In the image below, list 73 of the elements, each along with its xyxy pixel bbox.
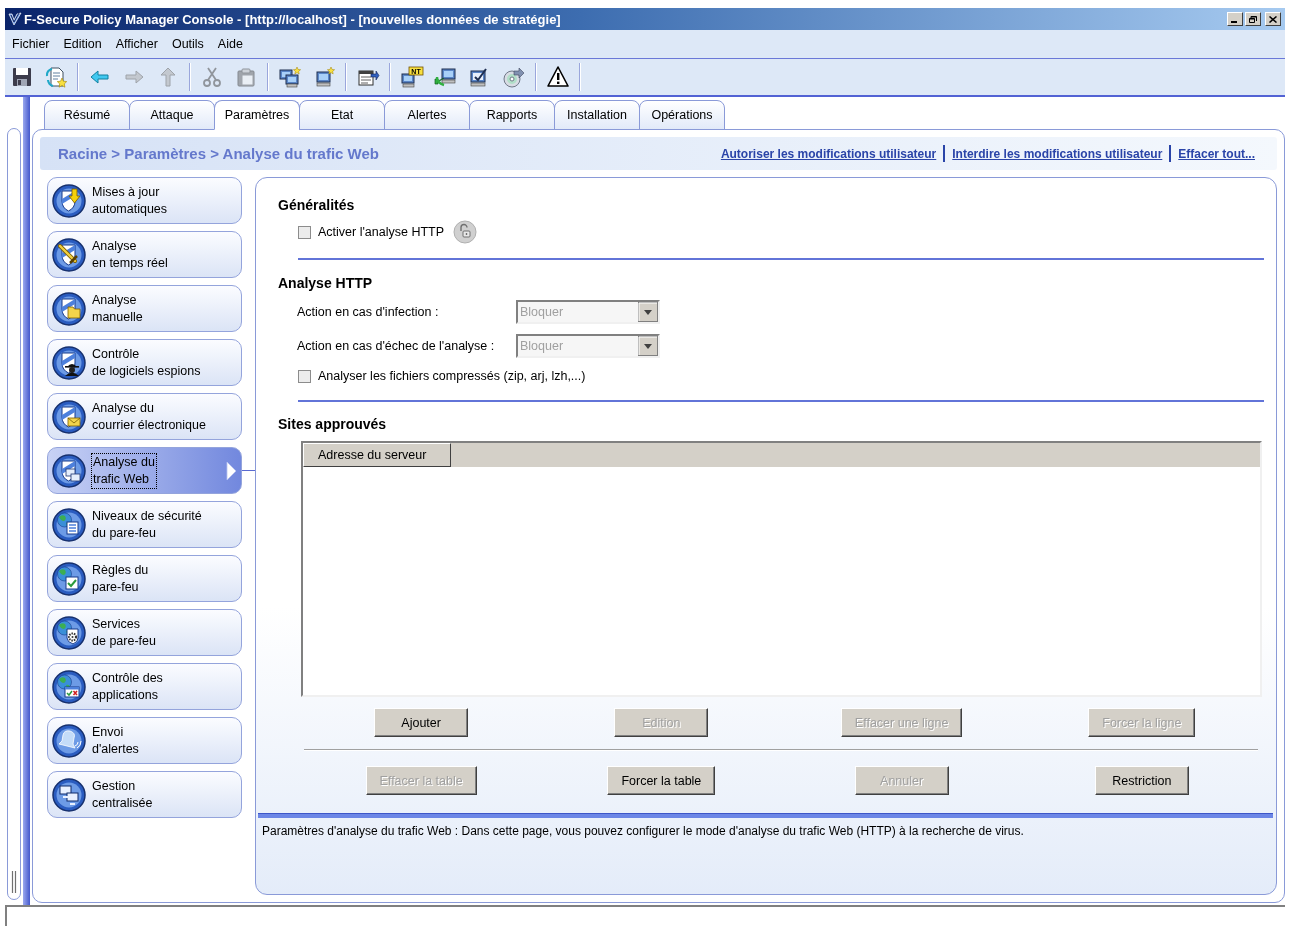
padlock-icon[interactable]	[453, 220, 478, 244]
tab[interactable]: Attaque	[129, 100, 215, 130]
sidebar-item[interactable]: Contrôle des applications	[47, 663, 242, 710]
sidebar-item[interactable]: Analyse du trafic Web	[47, 447, 242, 494]
computers-icon	[52, 777, 86, 812]
field-label: Action en cas d'échec de l'analyse :	[297, 339, 496, 353]
sidebar-item[interactable]: Gestion centralisée	[47, 771, 242, 818]
section-title: Généralités	[278, 196, 356, 214]
action-button[interactable]: Restriction	[1094, 766, 1189, 795]
tab[interactable]: Installation	[554, 100, 640, 130]
tab[interactable]: Résumé	[44, 100, 130, 130]
caret-icon	[638, 336, 658, 356]
sidebar-item[interactable]: Mises à jour automatiques	[47, 177, 242, 224]
tab[interactable]: Etat	[299, 100, 385, 130]
action-link[interactable]: Autoriser les modifications utilisateur	[720, 146, 937, 161]
action-link[interactable]: Effacer tout...	[1178, 146, 1255, 161]
caret-icon	[638, 302, 658, 322]
shield-spy-icon	[52, 345, 86, 380]
action-link[interactable]: Interdire les modifications utilisateur	[952, 146, 1163, 161]
globe-window-icon	[52, 669, 86, 704]
section-title: Analyse HTTP	[278, 274, 374, 292]
tab[interactable]: Opérations	[639, 100, 725, 130]
warning-icon[interactable]	[546, 65, 570, 89]
action-button[interactable]: Ajouter	[374, 708, 469, 737]
section-title: Sites approuvés	[278, 415, 388, 433]
close-button[interactable]	[1265, 12, 1281, 26]
app-logo-icon	[8, 12, 22, 26]
restore-icon	[1249, 15, 1257, 23]
menu-item[interactable]: Afficher	[108, 37, 165, 51]
menu-item[interactable]: Edition	[56, 37, 109, 51]
shield-download-icon	[52, 183, 86, 218]
menu-item[interactable]: Fichier	[5, 37, 57, 51]
checkbox-label: Activer l'analyse HTTP	[318, 225, 445, 239]
checkbox[interactable]	[298, 225, 311, 239]
computer-arrow-icon[interactable]	[434, 65, 458, 89]
sidebar-item[interactable]: Services de pare-feu	[47, 609, 242, 656]
sidebar-item[interactable]: Niveaux de sécurité du pare-feu	[47, 501, 242, 548]
grip-icon	[11, 871, 17, 893]
sidebar-item[interactable]: Analyse manuelle	[47, 285, 242, 332]
sidebar-item[interactable]: Règles du pare-feu	[47, 555, 242, 602]
breadcrumb: Racine > Paramètres > Analyse du trafic Web	[58, 145, 379, 162]
shield-mail-icon	[52, 399, 86, 434]
globe-checklist-icon	[52, 561, 86, 596]
sidebar-item[interactable]: Analyse du courrier électronique	[47, 393, 242, 440]
globe-list-icon	[52, 507, 86, 542]
field-label: Action en cas d'infection :	[297, 305, 440, 319]
menu-item[interactable]: Outils	[164, 37, 211, 51]
disc-icon[interactable]	[502, 65, 526, 89]
checkbox[interactable]	[298, 369, 311, 383]
checkbox-label: Analyser les fichiers compressés (zip, arj, lzh,...)	[318, 369, 586, 383]
sidebar-item[interactable]: Contrôle de logiciels espions	[47, 339, 242, 386]
shield-sword-icon	[52, 237, 86, 272]
shield-computers-icon	[52, 453, 86, 488]
pointer-icon	[226, 460, 237, 481]
window-title: F-Secure Policy Manager Console - [http://localhost] - [nouvelles données de stratégie]	[24, 11, 562, 27]
menu-item[interactable]: Aide	[210, 37, 250, 51]
computers-star-icon[interactable]	[278, 65, 302, 89]
action-button[interactable]: Forcer la table	[607, 766, 716, 795]
minimize-button[interactable]	[1227, 12, 1243, 26]
splitter[interactable]	[7, 128, 21, 900]
restore-button[interactable]	[1245, 12, 1261, 26]
document-sync-icon[interactable]	[44, 65, 68, 89]
sidebar-item[interactable]: Analyse en temps réel	[47, 231, 242, 278]
globe-gear-icon	[52, 615, 86, 650]
close-icon	[1269, 15, 1277, 23]
column-header[interactable]: Adresse du serveur	[303, 443, 451, 467]
tab[interactable]: Rapports	[469, 100, 555, 130]
shield-folder-icon	[52, 291, 86, 326]
sidebar-item[interactable]: Envoi d'alertes	[47, 717, 242, 764]
description-text: Paramètres d'analyse du trafic Web : Dans cette page, vous pouvez configurer le mode d'analyse du trafic Web (HTTP) à la recherche de virus.	[262, 824, 1025, 838]
tab[interactable]: Alertes	[384, 100, 470, 130]
bell-icon	[52, 723, 86, 758]
tab[interactable]: Paramètres	[214, 100, 300, 130]
